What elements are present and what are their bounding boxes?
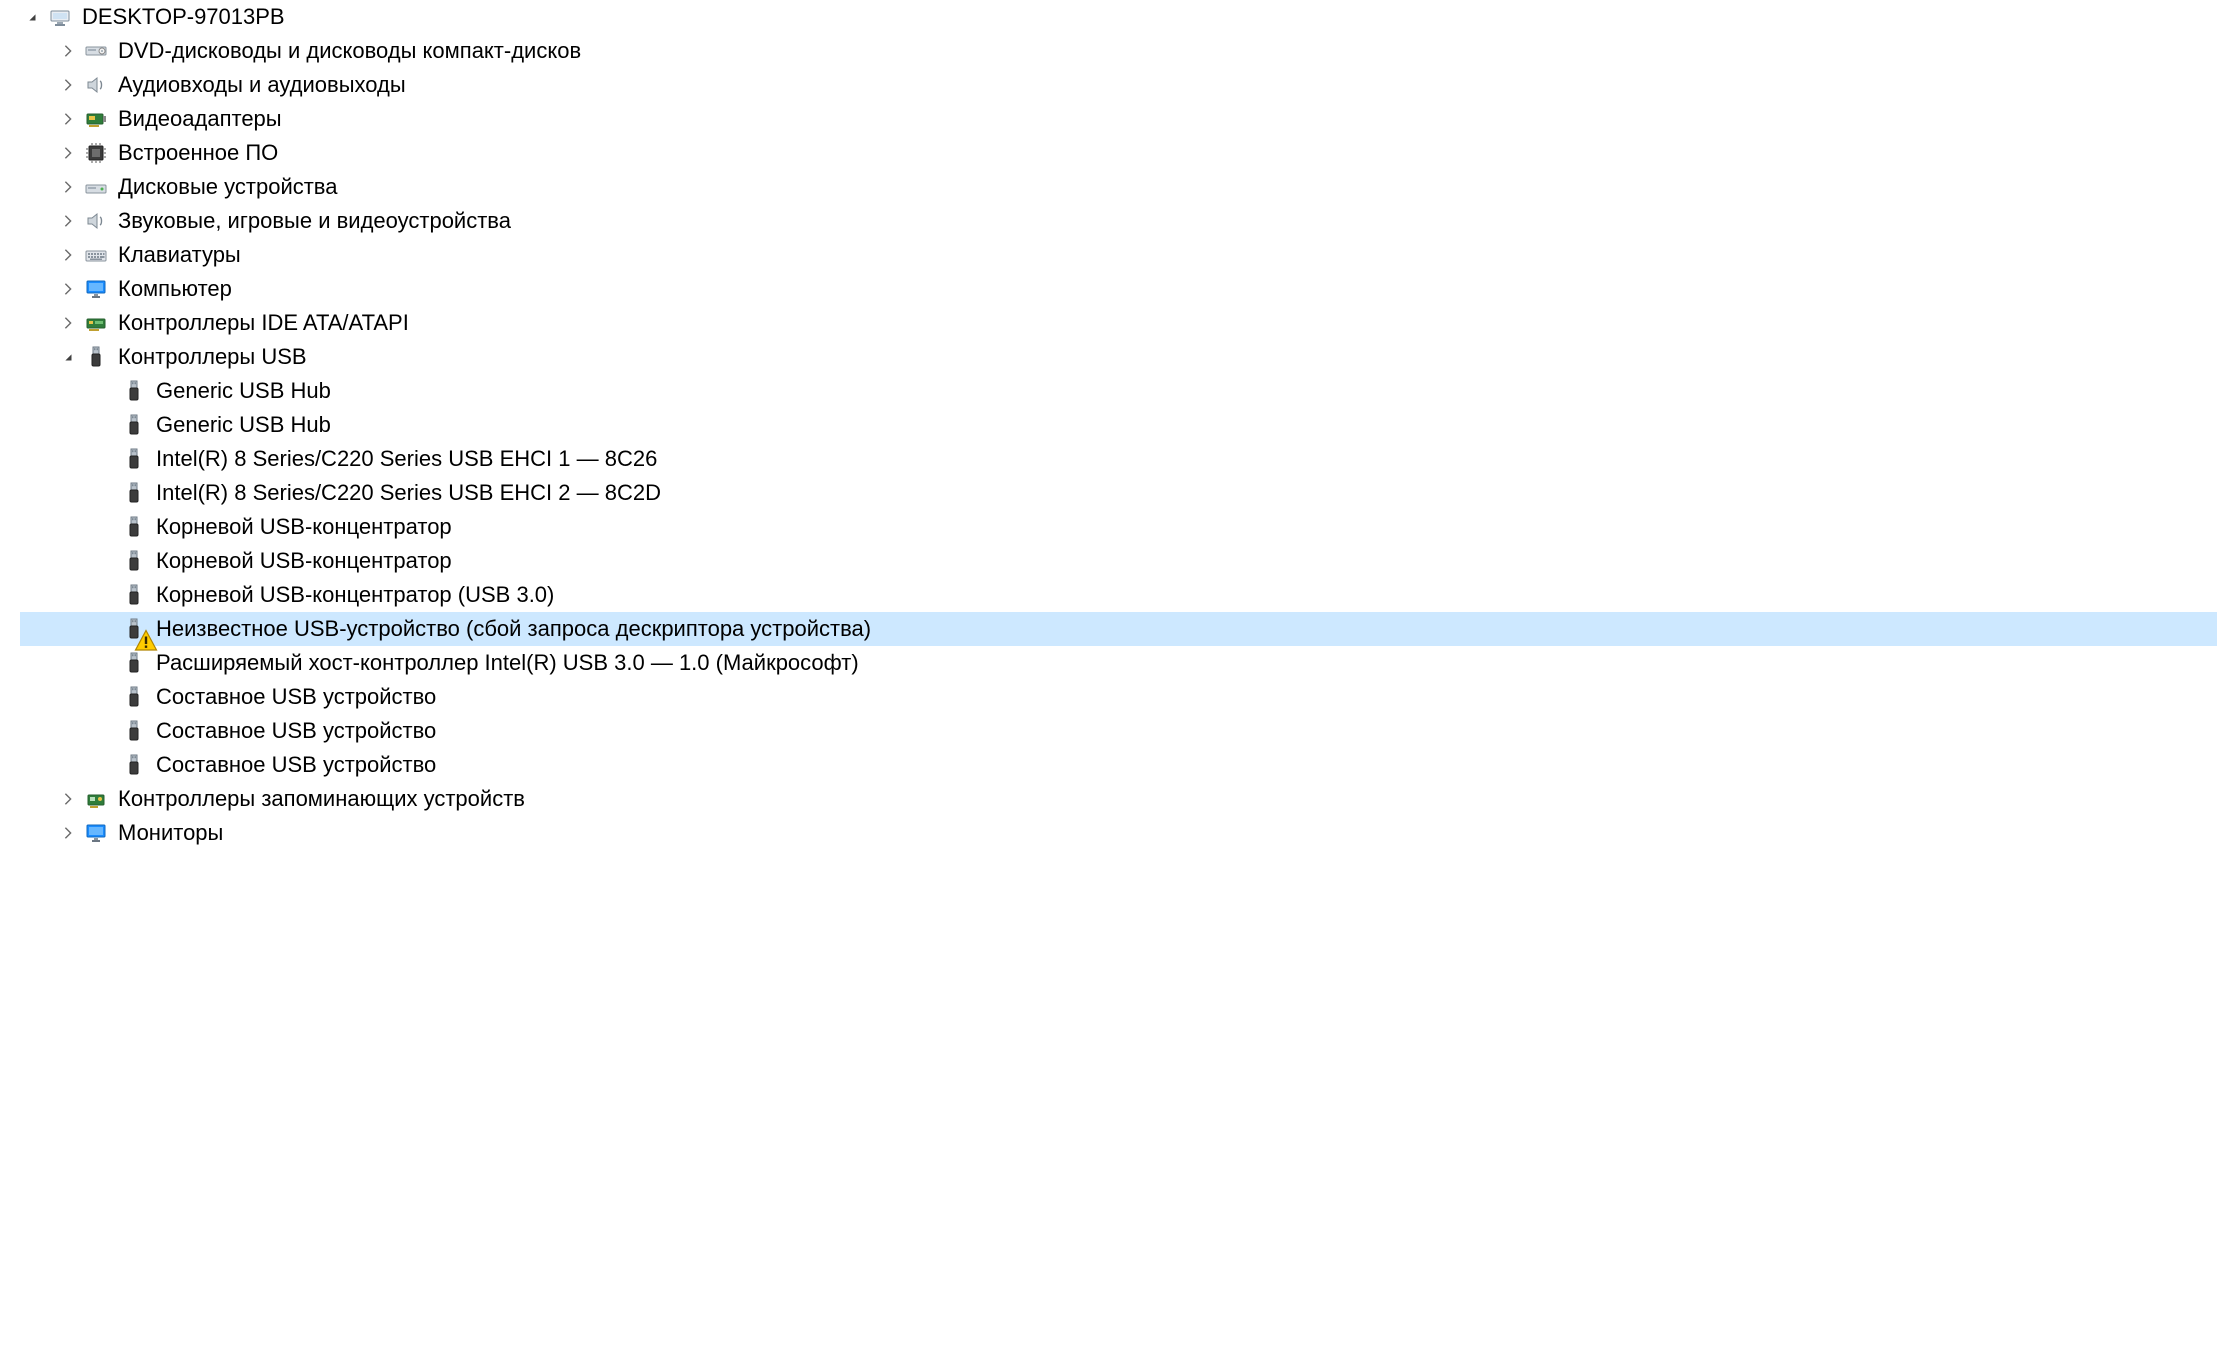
- tree-device[interactable]: Generic USB Hub: [20, 408, 2217, 442]
- usb-icon: [120, 717, 148, 745]
- tree-category[interactable]: Контроллеры запоминающих устройств: [20, 782, 2217, 816]
- tree-category[interactable]: Звуковые, игровые и видеоустройства: [20, 204, 2217, 238]
- tree-item-label: Intel(R) 8 Series/C220 Series USB EHCI 2…: [156, 476, 661, 510]
- tree-item-label: Дисковые устройства: [118, 170, 337, 204]
- usb-icon: [120, 547, 148, 575]
- chevron-right-icon[interactable]: [56, 821, 80, 845]
- tree-item-label: Составное USB устройство: [156, 680, 436, 714]
- chevron-right-icon[interactable]: [56, 243, 80, 267]
- usb-icon: [82, 343, 110, 371]
- tree-category[interactable]: Компьютер: [20, 272, 2217, 306]
- chevron-right-icon[interactable]: [56, 787, 80, 811]
- chevron-down-icon[interactable]: [20, 5, 44, 29]
- tree-item-label: DVD-дисководы и дисководы компакт-дисков: [118, 34, 581, 68]
- tree-item-label: Неизвестное USB-устройство (сбой запроса…: [156, 612, 871, 646]
- usb-icon: [120, 513, 148, 541]
- chevron-right-icon[interactable]: [56, 209, 80, 233]
- tree-item-label: Контроллеры IDE ATA/ATAPI: [118, 306, 409, 340]
- usb-icon: [120, 615, 148, 643]
- tree-device[interactable]: Составное USB устройство: [20, 748, 2217, 782]
- tree-device[interactable]: Составное USB устройство: [20, 714, 2217, 748]
- tree-device[interactable]: Корневой USB-концентратор (USB 3.0): [20, 578, 2217, 612]
- device-tree[interactable]: DESKTOP-97013PBDVD-дисководы и дисководы…: [0, 0, 2217, 860]
- tree-device[interactable]: Расширяемый хост-контроллер Intel(R) USB…: [20, 646, 2217, 680]
- tree-category[interactable]: DVD-дисководы и дисководы компакт-дисков: [20, 34, 2217, 68]
- speaker-icon: [82, 71, 110, 99]
- tree-item-label: Корневой USB-концентратор: [156, 544, 452, 578]
- tree-root[interactable]: DESKTOP-97013PB: [20, 0, 2217, 34]
- tree-item-label: Generic USB Hub: [156, 408, 331, 442]
- usb-icon: [120, 581, 148, 609]
- tree-item-label: Intel(R) 8 Series/C220 Series USB EHCI 1…: [156, 442, 657, 476]
- tree-category[interactable]: Контроллеры IDE ATA/ATAPI: [20, 306, 2217, 340]
- warning-badge-icon: [134, 629, 150, 645]
- tree-item-label: Видеоадаптеры: [118, 102, 282, 136]
- chevron-right-icon[interactable]: [56, 107, 80, 131]
- tree-category[interactable]: Видеоадаптеры: [20, 102, 2217, 136]
- tree-item-label: Звуковые, игровые и видеоустройства: [118, 204, 511, 238]
- chevron-right-icon[interactable]: [56, 39, 80, 63]
- tree-item-label: Составное USB устройство: [156, 748, 436, 782]
- tree-device[interactable]: Корневой USB-концентратор: [20, 544, 2217, 578]
- tree-item-label: Клавиатуры: [118, 238, 241, 272]
- tree-device[interactable]: Intel(R) 8 Series/C220 Series USB EHCI 1…: [20, 442, 2217, 476]
- chevron-right-icon[interactable]: [56, 311, 80, 335]
- chevron-right-icon[interactable]: [56, 277, 80, 301]
- tree-category[interactable]: Аудиовходы и аудиовыходы: [20, 68, 2217, 102]
- usb-icon: [120, 377, 148, 405]
- speaker-icon: [82, 207, 110, 235]
- tree-item-label: Generic USB Hub: [156, 374, 331, 408]
- usb-icon: [120, 649, 148, 677]
- storage-controller-icon: [82, 785, 110, 813]
- usb-icon: [120, 411, 148, 439]
- monitor-icon: [82, 819, 110, 847]
- usb-icon: [120, 751, 148, 779]
- chevron-down-icon[interactable]: [56, 345, 80, 369]
- usb-icon: [120, 683, 148, 711]
- firmware-icon: [82, 139, 110, 167]
- tree-item-label: DESKTOP-97013PB: [82, 0, 285, 34]
- tree-device[interactable]: Generic USB Hub: [20, 374, 2217, 408]
- tree-item-label: Расширяемый хост-контроллер Intel(R) USB…: [156, 646, 859, 680]
- tree-device[interactable]: Неизвестное USB-устройство (сбой запроса…: [20, 612, 2217, 646]
- tree-item-label: Корневой USB-концентратор (USB 3.0): [156, 578, 554, 612]
- computer-icon: [46, 3, 74, 31]
- tree-device[interactable]: Составное USB устройство: [20, 680, 2217, 714]
- ide-controller-icon: [82, 309, 110, 337]
- tree-item-label: Аудиовходы и аудиовыходы: [118, 68, 406, 102]
- keyboard-icon: [82, 241, 110, 269]
- tree-item-label: Контроллеры запоминающих устройств: [118, 782, 525, 816]
- tree-category[interactable]: Встроенное ПО: [20, 136, 2217, 170]
- tree-item-label: Составное USB устройство: [156, 714, 436, 748]
- chevron-right-icon[interactable]: [56, 175, 80, 199]
- tree-item-label: Корневой USB-концентратор: [156, 510, 452, 544]
- display-adapter-icon: [82, 105, 110, 133]
- monitor-icon: [82, 275, 110, 303]
- tree-device[interactable]: Корневой USB-концентратор: [20, 510, 2217, 544]
- tree-item-label: Мониторы: [118, 816, 223, 850]
- tree-category[interactable]: Дисковые устройства: [20, 170, 2217, 204]
- tree-category[interactable]: Контроллеры USB: [20, 340, 2217, 374]
- chevron-right-icon[interactable]: [56, 73, 80, 97]
- dvd-drive-icon: [82, 37, 110, 65]
- disk-drive-icon: [82, 173, 110, 201]
- tree-category[interactable]: Мониторы: [20, 816, 2217, 850]
- tree-item-label: Компьютер: [118, 272, 232, 306]
- usb-icon: [120, 479, 148, 507]
- tree-category[interactable]: Клавиатуры: [20, 238, 2217, 272]
- tree-item-label: Встроенное ПО: [118, 136, 278, 170]
- tree-device[interactable]: Intel(R) 8 Series/C220 Series USB EHCI 2…: [20, 476, 2217, 510]
- chevron-right-icon[interactable]: [56, 141, 80, 165]
- usb-icon: [120, 445, 148, 473]
- tree-item-label: Контроллеры USB: [118, 340, 307, 374]
